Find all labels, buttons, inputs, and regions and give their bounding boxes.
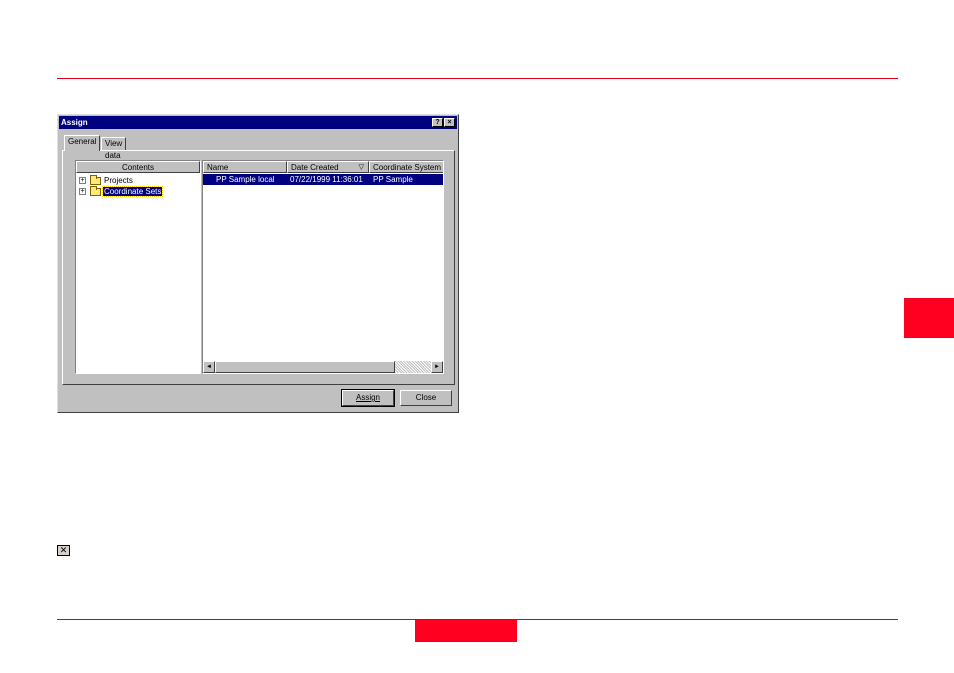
close-button[interactable]: ×: [444, 118, 455, 127]
column-header-coordinate-system[interactable]: Coordinate System: [369, 161, 443, 173]
scroll-left-button[interactable]: ◄: [203, 361, 215, 373]
tree-item-label: Coordinate Sets: [101, 186, 164, 197]
tree-item-label: Projects: [104, 176, 133, 185]
table-row[interactable]: PP Sample local 07/22/1999 11:36:01 PP S…: [203, 174, 443, 185]
scroll-thumb[interactable]: [215, 361, 395, 373]
help-button[interactable]: ?: [432, 118, 443, 127]
expand-icon[interactable]: +: [79, 188, 86, 196]
horizontal-scrollbar[interactable]: ◄ ►: [203, 361, 443, 373]
bottom-tab-marker: [415, 620, 517, 642]
column-header-date-created[interactable]: Date Created ▽: [287, 161, 369, 173]
coordinate-sets-list[interactable]: Name Date Created ▽ Coordinate System PP…: [202, 160, 444, 374]
sort-icon: ▽: [358, 164, 364, 171]
tree-item-projects[interactable]: + Projects: [79, 174, 134, 186]
top-rule: [57, 78, 898, 79]
tab-view-data[interactable]: View data: [101, 137, 127, 160]
dialog-title: Assign: [61, 118, 88, 127]
assign-button[interactable]: Assign: [341, 389, 395, 407]
tab-general[interactable]: General: [64, 135, 101, 151]
cell-name: PP Sample local: [216, 175, 275, 184]
assign-dialog: Assign ? × General View data Contents + P…: [57, 114, 459, 413]
scroll-track[interactable]: [395, 361, 431, 373]
column-header-name[interactable]: Name: [203, 161, 287, 173]
close-dialog-button[interactable]: Close: [400, 390, 452, 406]
side-tab-marker: [904, 298, 954, 338]
folder-icon: [90, 185, 101, 196]
expand-icon[interactable]: +: [79, 177, 86, 185]
folder-icon: [90, 174, 101, 185]
scroll-right-button[interactable]: ►: [431, 361, 443, 373]
cell-coordinate-system: PP Sample: [373, 175, 413, 184]
close-icon: ✕: [57, 545, 70, 556]
contents-header: Contents: [76, 161, 200, 173]
tree-item-coordinate-sets[interactable]: + Coordinate Sets: [79, 185, 164, 197]
close-icon-glyph: ✕: [59, 545, 68, 555]
cell-date-created: 07/22/1999 11:36:01: [290, 175, 363, 184]
dialog-titlebar: Assign ? ×: [59, 116, 457, 129]
contents-tree[interactable]: Contents + Projects + Coordinate Sets: [75, 160, 201, 374]
